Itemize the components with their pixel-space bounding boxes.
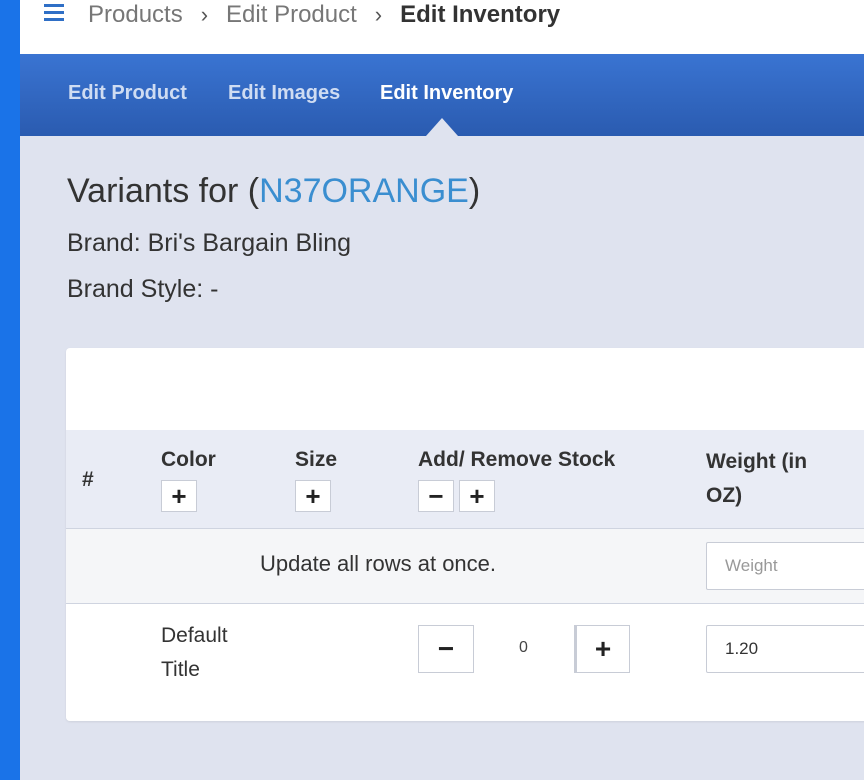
column-header-weight-line1: Weight (in xyxy=(706,450,808,473)
minus-icon: − xyxy=(437,633,455,664)
top-header: Products › Edit Product › Edit Inventory xyxy=(20,0,864,54)
left-edge-strip xyxy=(0,0,20,780)
tab-edit-inventory[interactable]: Edit Inventory xyxy=(380,82,513,105)
plus-icon: + xyxy=(305,480,321,511)
plus-icon: + xyxy=(594,633,612,664)
variant-title-line1: Default xyxy=(161,624,228,647)
breadcrumb-edit-inventory: Edit Inventory xyxy=(400,1,561,28)
breadcrumb-edit-product[interactable]: Edit Product xyxy=(226,1,357,29)
variants-card: # Color + Size + Add/ Remove Stock − + W… xyxy=(66,348,864,721)
chevron-right-icon: › xyxy=(200,2,209,27)
variant-title-line2: Title xyxy=(161,658,200,681)
column-header-weight-line2: OZ) xyxy=(706,484,743,507)
add-size-button[interactable]: + xyxy=(295,480,331,512)
sku-link[interactable]: N37ORANGE xyxy=(259,172,469,210)
plus-icon: + xyxy=(171,480,187,511)
table-header: # Color + Size + Add/ Remove Stock − + W… xyxy=(66,430,864,529)
hamburger-icon[interactable] xyxy=(44,4,64,21)
column-header-size: Size xyxy=(295,448,338,471)
weight-input[interactable] xyxy=(706,625,864,673)
minus-icon: − xyxy=(428,480,444,511)
breadcrumb: Products › Edit Product › Edit Inventory xyxy=(88,0,560,30)
breadcrumb-products[interactable]: Products xyxy=(88,1,183,29)
add-stock-button[interactable]: + xyxy=(574,625,630,673)
column-header-stock: Add/ Remove Stock xyxy=(418,448,616,471)
bulk-weight-input[interactable] xyxy=(706,542,864,590)
tab-edit-images[interactable]: Edit Images xyxy=(228,82,340,105)
stock-delta-value: 0 xyxy=(519,639,528,656)
brand-label: Brand: Bri's Bargain Bling xyxy=(67,229,352,257)
bulk-remove-stock-button[interactable]: − xyxy=(418,480,454,512)
bulk-add-stock-button[interactable]: + xyxy=(459,480,495,512)
active-tab-caret xyxy=(426,118,458,136)
bulk-update-text: Update all rows at once. xyxy=(260,551,497,576)
brand-style-label: Brand Style: - xyxy=(67,275,219,303)
add-color-button[interactable]: + xyxy=(161,480,197,512)
page-title-suffix: ) xyxy=(468,172,481,210)
column-header-number: # xyxy=(82,468,94,491)
page-title: Variants for (N37ORANGE) xyxy=(67,172,480,211)
remove-stock-button[interactable]: − xyxy=(418,625,474,673)
column-header-color: Color xyxy=(161,448,216,471)
tab-edit-product[interactable]: Edit Product xyxy=(68,82,187,105)
chevron-right-icon: › xyxy=(374,2,383,27)
tab-bar: Edit Product Edit Images Edit Inventory xyxy=(20,54,864,136)
plus-icon: + xyxy=(469,480,485,511)
page-title-prefix: Variants for ( xyxy=(67,172,260,210)
table-row: Default Title − 0 + xyxy=(66,604,864,721)
bulk-update-row: Update all rows at once. xyxy=(66,529,864,604)
